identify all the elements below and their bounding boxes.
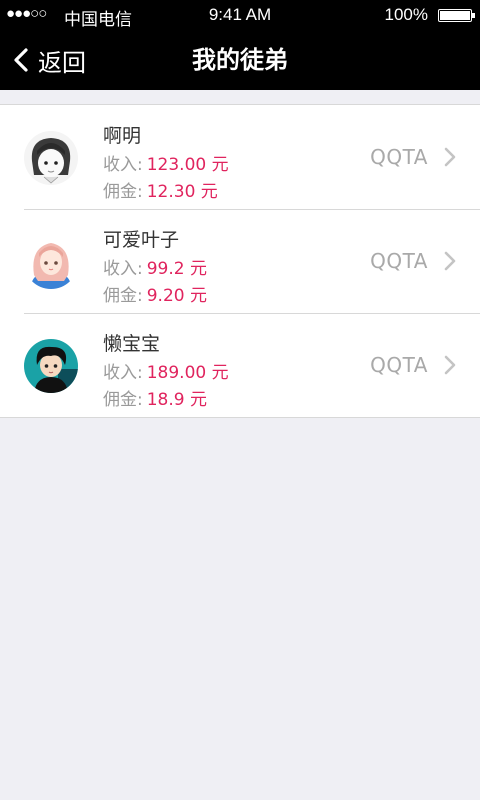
- status-bar: ●●●○○ 中国电信 9:41 AM 100%: [0, 0, 480, 30]
- apprentice-name: 懒宝宝: [103, 333, 161, 355]
- commission-value: 12.30 元: [146, 182, 218, 202]
- chevron-right-icon: [444, 147, 456, 167]
- apprentice-tag: QQTA: [370, 249, 428, 273]
- apprentice-row[interactable]: 啊明 收入: 123.00 元 佣金: 12.30 元 QQTA: [0, 105, 480, 209]
- income-label: 收入:: [103, 155, 143, 175]
- commission-value: 18.9 元: [146, 390, 207, 410]
- avatar-girl-gray-icon: [24, 131, 78, 185]
- battery-percentage: 100%: [384, 5, 428, 24]
- income-value: 189.00 元: [146, 363, 229, 383]
- chevron-right-icon: [444, 355, 456, 375]
- commission-line: 佣金: 12.30 元: [103, 177, 218, 202]
- commission-label: 佣金:: [103, 182, 143, 202]
- commission-line: 佣金: 18.9 元: [103, 385, 207, 410]
- apprentice-row[interactable]: 可爱叶子 收入: 99.2 元 佣金: 9.20 元 QQTA: [0, 209, 480, 313]
- navigation-bar: 返回 我的徒弟: [0, 30, 480, 90]
- income-line: 收入: 123.00 元: [103, 150, 229, 175]
- apprentice-tag: QQTA: [370, 145, 428, 169]
- commission-label: 佣金:: [103, 390, 143, 410]
- income-label: 收入:: [103, 259, 143, 279]
- commission-line: 佣金: 9.20 元: [103, 281, 207, 306]
- back-button-label: 返回: [38, 48, 86, 77]
- income-line: 收入: 189.00 元: [103, 358, 229, 383]
- avatar: [24, 131, 78, 185]
- avatar-girl-pink-icon: [24, 235, 78, 289]
- battery-icon: [438, 9, 475, 22]
- apprentice-list: 啊明 收入: 123.00 元 佣金: 12.30 元 QQTA 可爱叶子 收入…: [0, 104, 480, 418]
- income-line: 收入: 99.2 元: [103, 254, 207, 279]
- apprentice-name: 可爱叶子: [103, 229, 180, 251]
- commission-label: 佣金:: [103, 286, 143, 306]
- apprentice-tag: QQTA: [370, 353, 428, 377]
- avatar: [24, 235, 78, 289]
- income-label: 收入:: [103, 363, 143, 383]
- back-button[interactable]: 返回: [10, 30, 86, 90]
- commission-value: 9.20 元: [146, 286, 207, 306]
- chevron-right-icon: [444, 251, 456, 271]
- avatar: [24, 339, 78, 393]
- apprentice-name: 啊明: [103, 125, 142, 147]
- apprentice-row[interactable]: 懒宝宝 收入: 189.00 元 佣金: 18.9 元 QQTA: [0, 313, 480, 417]
- chevron-left-icon: [14, 48, 28, 72]
- income-value: 123.00 元: [146, 155, 229, 175]
- income-value: 99.2 元: [146, 259, 207, 279]
- avatar-boy-teal-icon: [24, 339, 78, 393]
